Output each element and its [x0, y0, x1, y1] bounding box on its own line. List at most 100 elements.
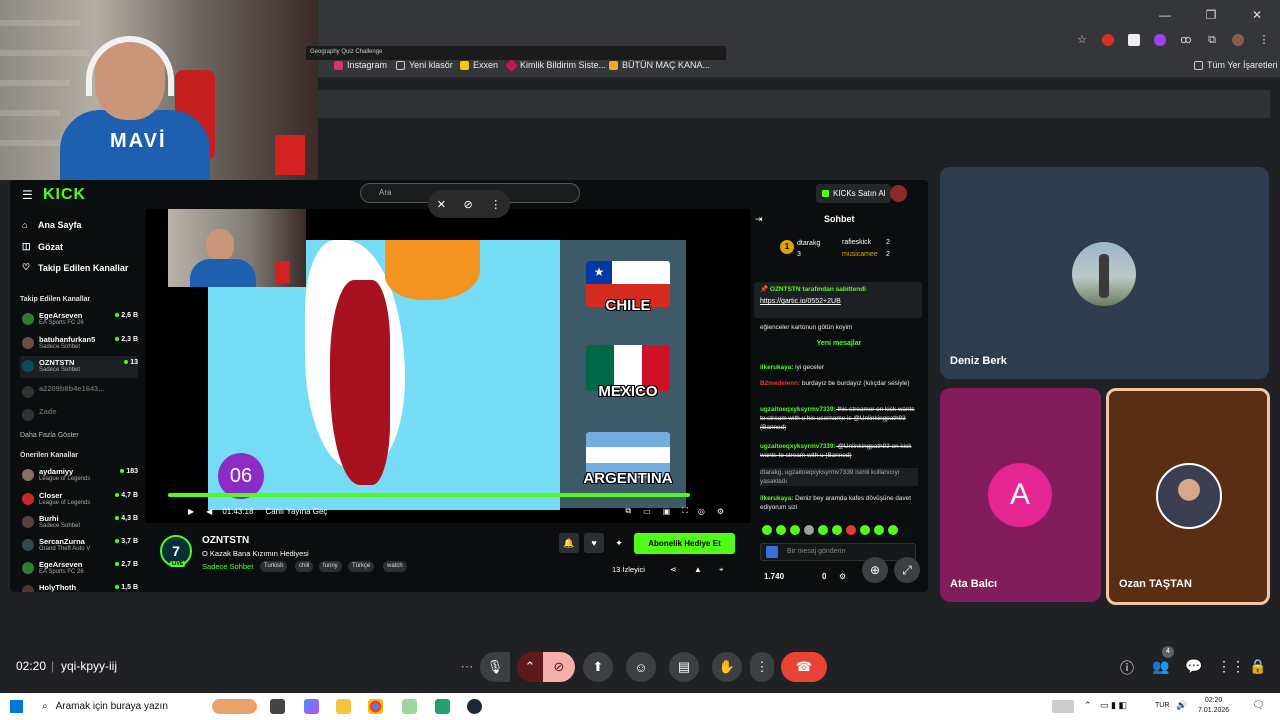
- follow-heart-icon[interactable]: ♥: [584, 533, 604, 553]
- notification-bell-icon[interactable]: 🔔: [559, 533, 579, 553]
- theater-icon[interactable]: ▭: [643, 507, 651, 516]
- volume-icon[interactable]: ◀: [206, 507, 212, 516]
- weather-widget-icon[interactable]: [212, 699, 257, 714]
- emote-icon[interactable]: [790, 525, 800, 535]
- tag[interactable]: Türkçe: [348, 561, 375, 572]
- copilot-icon[interactable]: [304, 699, 319, 714]
- pinned-link[interactable]: https://gartic.io/0552+2UB: [760, 298, 841, 305]
- show-more-link[interactable]: Daha Fazla Göster: [20, 432, 79, 439]
- quality-icon[interactable]: ◎: [698, 507, 705, 516]
- emote-icon[interactable]: [804, 525, 814, 535]
- nav-home[interactable]: ⌂ Ana Sayfa: [22, 220, 82, 230]
- gift-icon[interactable]: ✦: [609, 533, 629, 553]
- fullscreen-icon[interactable]: ⛶: [682, 506, 688, 516]
- more-options-icon[interactable]: ⋯: [455, 652, 479, 682]
- chrome-icon[interactable]: [368, 699, 383, 714]
- leave-call-button[interactable]: ☎: [781, 652, 827, 682]
- chat-settings-icon[interactable]: ⚙: [839, 572, 846, 581]
- camera-off-button[interactable]: ⊘: [543, 652, 575, 682]
- tray-icons[interactable]: ▭ ▮ ◧: [1100, 700, 1127, 711]
- bookmark-instagram[interactable]: Instagram: [334, 60, 387, 70]
- channel-item[interactable]: batuhanfurkan5 Sadece Sohbet 2,3 B: [22, 333, 138, 355]
- app-icon[interactable]: [435, 699, 450, 714]
- bookmark-exxen[interactable]: Exxen: [460, 60, 498, 70]
- participant-tile[interactable]: A Ata Balcı: [940, 388, 1101, 602]
- notifications-icon[interactable]: 🗨: [1252, 700, 1265, 711]
- puzzle-icon[interactable]: ⧉: [1206, 34, 1218, 46]
- channel-item[interactable]: EgeArseven EA Sports FC 26 2,7 B: [22, 558, 138, 580]
- zoom-in-icon[interactable]: ⊕: [862, 557, 888, 583]
- reply-icon[interactable]: [766, 546, 778, 558]
- channel-item[interactable]: Burhi Sadece Sohbet 4,3 B: [22, 512, 138, 534]
- bookmark-kimlik[interactable]: Kimlik Bildirim Siste...: [505, 58, 606, 72]
- restore-button[interactable]: ❐: [1188, 0, 1234, 30]
- taskbar-search[interactable]: ⌕ Aramak için buraya yazın: [34, 696, 204, 717]
- extension-red-icon[interactable]: [1102, 34, 1114, 46]
- host-controls-icon[interactable]: 🔒: [1249, 658, 1266, 675]
- chat-input[interactable]: Bir mesaj gönderin: [760, 543, 916, 561]
- user-avatar[interactable]: [890, 185, 907, 202]
- kick-logo[interactable]: KICK: [43, 186, 86, 204]
- clip-icon[interactable]: ⧉: [625, 506, 631, 516]
- captions-button[interactable]: ▤: [669, 652, 699, 682]
- channel-item-active[interactable]: OZNTSTN Sadece Sohbet 13: [20, 356, 138, 378]
- emote-icon[interactable]: [762, 525, 772, 535]
- gift-subscription-button[interactable]: Abonelik Hediye Et: [634, 533, 735, 554]
- expand-icon[interactable]: ⤢: [894, 557, 920, 583]
- tag[interactable]: watch: [383, 561, 407, 572]
- leader-name[interactable]: rafieskick: [842, 239, 871, 246]
- channel-item-offline[interactable]: a2209b8b4e1643...: [22, 382, 138, 404]
- volume-icon[interactable]: 🔊: [1176, 700, 1187, 711]
- raise-hand-button[interactable]: ✋: [712, 652, 742, 682]
- minimize-button[interactable]: —: [1142, 0, 1188, 30]
- nav-following[interactable]: ♡ Takip Edilen Kanallar: [22, 262, 128, 273]
- channel-item[interactable]: Closer League of Legends 4,7 B: [22, 489, 138, 511]
- emote-icon[interactable]: [888, 525, 898, 535]
- file-explorer-icon[interactable]: [336, 699, 351, 714]
- info-icon[interactable]: ⓘ: [1120, 658, 1134, 678]
- emote-icon[interactable]: [832, 525, 842, 535]
- people-icon[interactable]: 👥: [1152, 658, 1169, 675]
- camera-options-button[interactable]: ⌃: [517, 652, 543, 682]
- close-button[interactable]: ✕: [1234, 0, 1280, 30]
- tray-app-icon[interactable]: [1052, 700, 1074, 713]
- collapse-chat-icon[interactable]: ⇥: [755, 214, 763, 225]
- emote-icon[interactable]: [860, 525, 870, 535]
- leader-name[interactable]: musicamee: [842, 251, 878, 258]
- apps-grid-icon[interactable]: ⋮⋮: [1217, 658, 1245, 675]
- participant-tile-speaking[interactable]: Ozan TAŞTAN: [1106, 388, 1270, 605]
- kicks-buy-button[interactable]: KICKs Satın Al: [816, 184, 892, 203]
- mic-button[interactable]: 🎙: [480, 652, 510, 682]
- hamburger-icon[interactable]: ☰: [22, 188, 33, 202]
- report-icon[interactable]: ▲: [694, 565, 702, 574]
- steam-icon[interactable]: [467, 699, 482, 714]
- leader-name[interactable]: dtarakg: [797, 240, 820, 247]
- nav-browse[interactable]: ◫ Gözat: [22, 241, 63, 252]
- input-language[interactable]: TUR: [1155, 702, 1169, 709]
- reactions-button[interactable]: ☺: [626, 652, 656, 682]
- extension-vpn-icon[interactable]: ꝏ: [1180, 34, 1192, 46]
- tag[interactable]: Turkish: [260, 561, 288, 572]
- emote-icon[interactable]: [776, 525, 786, 535]
- taskbar-clock[interactable]: 02:20 7.01.2026: [1198, 696, 1229, 716]
- star-icon[interactable]: ☆: [1076, 34, 1088, 46]
- tag[interactable]: funny: [319, 561, 342, 572]
- settings-icon[interactable]: ⚙: [717, 507, 724, 516]
- sound-off-icon[interactable]: ⊘: [463, 198, 472, 211]
- present-button[interactable]: ⬆: [583, 652, 613, 682]
- task-view-icon[interactable]: [270, 699, 285, 714]
- mute-popup[interactable]: ✕ ⊘ ⋮: [428, 190, 510, 218]
- extension-white-icon[interactable]: [1128, 34, 1140, 46]
- channel-item[interactable]: HolyThoth 1,5 B: [22, 581, 138, 592]
- pin-icon[interactable]: ⌖: [719, 565, 724, 575]
- emote-icon[interactable]: [818, 525, 828, 535]
- tag[interactable]: chill: [295, 561, 314, 572]
- chat-icon[interactable]: 💬: [1185, 658, 1202, 675]
- play-icon[interactable]: ▶: [188, 507, 194, 516]
- stream-category[interactable]: Sadece Sohbet: [202, 562, 253, 571]
- mic-off-icon[interactable]: ✕: [437, 198, 446, 211]
- emote-icon[interactable]: [846, 525, 856, 535]
- menu-dots-icon[interactable]: ⋮: [1258, 34, 1270, 46]
- channel-item[interactable]: aydamiyy League of Legends 183: [22, 465, 138, 487]
- more-menu-button[interactable]: ⋮: [750, 652, 774, 682]
